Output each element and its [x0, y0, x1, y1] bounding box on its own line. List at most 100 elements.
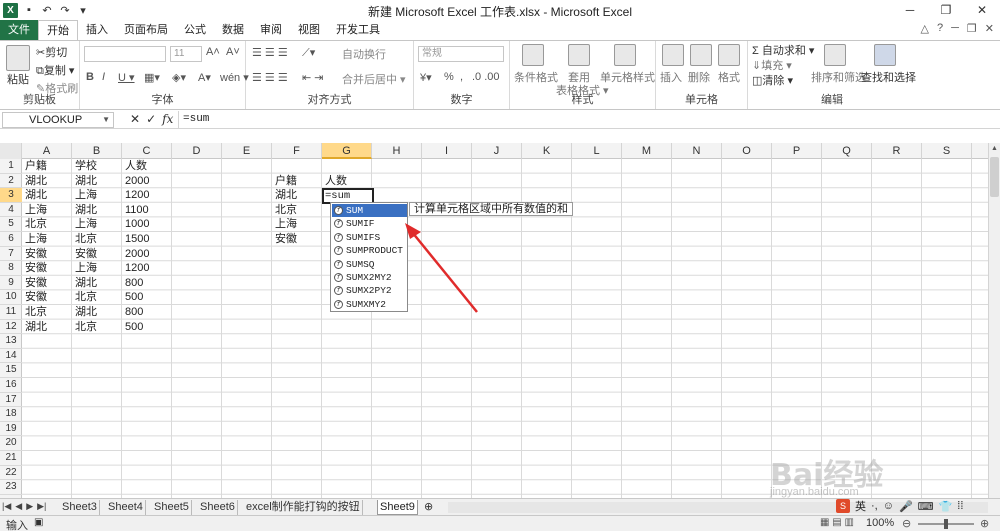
last-sheet-icon[interactable]: ▶|	[37, 501, 46, 512]
collapse-ribbon-icon[interactable]: △	[921, 22, 929, 35]
table-cell[interactable]: 800	[125, 276, 143, 290]
zoom-slider-thumb[interactable]	[944, 519, 948, 529]
cell-styles-icon[interactable]	[614, 44, 636, 66]
merge-center-button[interactable]: 合并后居中 ▾	[342, 71, 406, 87]
delete-cells-button[interactable]: 删除	[688, 69, 710, 85]
table-cell[interactable]: 安徽	[25, 276, 47, 290]
autocomplete-item[interactable]: f SUMX2MY2	[332, 271, 407, 284]
microphone-icon[interactable]: 🎤	[899, 500, 913, 513]
vertical-scrollbar[interactable]: ▲	[988, 143, 1000, 498]
zoom-in-icon[interactable]: ⊕	[980, 517, 989, 530]
column-header-m[interactable]: M	[622, 143, 672, 159]
table-cell[interactable]: 上海	[25, 232, 47, 246]
autocomplete-item[interactable]: f SUM	[332, 204, 407, 218]
workbook-restore-icon[interactable]: ❐	[967, 22, 977, 35]
macro-record-icon[interactable]: ▣	[34, 517, 43, 528]
conditional-format-icon[interactable]	[522, 44, 544, 66]
cell-header[interactable]: 学校	[75, 159, 97, 173]
sort-filter-button[interactable]: 排序和筛选	[811, 69, 866, 85]
grow-font-button[interactable]: A˄	[206, 46, 220, 58]
orientation-icon[interactable]: ⟋▾	[302, 46, 315, 60]
vertical-scroll-thumb[interactable]	[990, 157, 999, 197]
table-cell[interactable]: 上海	[75, 217, 97, 231]
formula-input[interactable]: =sum	[183, 113, 209, 125]
wrap-text-button[interactable]: 自动换行	[342, 46, 386, 62]
top-align-icon[interactable]: ☰ ☰ ☰	[252, 46, 288, 59]
next-sheet-icon[interactable]: ▶	[26, 501, 33, 512]
table-cell[interactable]: 湖北	[75, 203, 97, 217]
row-header-22[interactable]: 22	[0, 466, 22, 481]
column-header-d[interactable]: D	[172, 143, 222, 159]
column-header-c[interactable]: C	[122, 143, 172, 159]
column-header-q[interactable]: Q	[822, 143, 872, 159]
cell-styles-button[interactable]: 单元格样式	[600, 69, 655, 85]
format-cells-icon[interactable]	[718, 44, 740, 66]
row-header-6[interactable]: 6	[0, 232, 22, 247]
sogou-logo-icon[interactable]: S	[836, 499, 850, 513]
paste-button[interactable]: 粘贴	[7, 71, 29, 87]
insert-function-icon[interactable]: fx	[162, 112, 173, 126]
cell-header[interactable]: 户籍	[25, 159, 47, 173]
font-name-combo[interactable]	[84, 46, 166, 62]
column-header-a[interactable]: A	[22, 143, 72, 159]
table-cell[interactable]: 上海	[275, 217, 297, 231]
table-cell[interactable]: 上海	[75, 261, 97, 275]
row-header-20[interactable]: 20	[0, 436, 22, 451]
table-cell[interactable]: 北京	[75, 232, 97, 246]
column-header-p[interactable]: P	[772, 143, 822, 159]
row-header-1[interactable]: 1	[0, 159, 22, 174]
insert-cells-icon[interactable]	[662, 44, 684, 66]
column-header-k[interactable]: K	[522, 143, 572, 159]
tab-file[interactable]: 文件	[0, 20, 38, 40]
cell-header[interactable]: 户籍	[275, 174, 297, 188]
table-cell[interactable]: 安徽	[75, 247, 97, 261]
table-cell[interactable]: 1000	[125, 217, 149, 231]
restore-button[interactable]: ❐	[928, 0, 964, 20]
table-cell[interactable]: 北京	[275, 203, 297, 217]
emoji-icon[interactable]: ☺	[883, 500, 894, 512]
table-cell[interactable]: 湖北	[275, 188, 297, 202]
clear-button[interactable]: ◫清除 ▾	[752, 72, 793, 88]
table-cell[interactable]: 安徽	[25, 290, 47, 304]
view-buttons[interactable]: ▦ ▤ ▥	[820, 517, 854, 528]
table-cell[interactable]: 湖北	[75, 276, 97, 290]
table-cell[interactable]: 1200	[125, 188, 149, 202]
first-sheet-icon[interactable]: |◀	[2, 501, 11, 512]
cell-header[interactable]: 人数	[325, 174, 347, 188]
binoculars-icon[interactable]	[874, 44, 896, 66]
table-cell[interactable]: 北京	[25, 305, 47, 319]
number-format-combo[interactable]: 常规	[418, 46, 504, 62]
sort-filter-icon[interactable]	[824, 44, 846, 66]
row-header-9[interactable]: 9	[0, 276, 22, 291]
left-align-icon[interactable]: ☰ ☰ ☰	[252, 71, 288, 84]
select-all-corner[interactable]	[0, 143, 22, 159]
customize-qat-icon[interactable]: ▾	[76, 3, 90, 17]
table-cell[interactable]: 安徽	[25, 261, 47, 275]
table-cell[interactable]: 北京	[25, 217, 47, 231]
table-cell[interactable]: 安徽	[25, 247, 47, 261]
column-header-g[interactable]: G	[322, 143, 372, 159]
autocomplete-item[interactable]: f SUMSQ	[332, 258, 407, 271]
sheet-tab-sheet9[interactable]: Sheet9	[377, 500, 418, 515]
row-header-10[interactable]: 10	[0, 290, 22, 305]
table-cell[interactable]: 500	[125, 320, 143, 334]
sheet-tab-sheet6[interactable]: Sheet6	[198, 500, 238, 515]
row-header-7[interactable]: 7	[0, 247, 22, 262]
name-box[interactable]: VLOOKUP ▼	[2, 112, 114, 128]
format-cells-button[interactable]: 格式	[718, 69, 740, 85]
table-cell[interactable]: 湖北	[75, 305, 97, 319]
row-header-17[interactable]: 17	[0, 393, 22, 408]
indent-icon[interactable]: ⇤ ⇥	[302, 71, 324, 84]
tab-data[interactable]: 数据	[214, 20, 252, 40]
conditional-format-button[interactable]: 条件格式	[514, 69, 558, 85]
prev-sheet-icon[interactable]: ◀	[15, 501, 22, 512]
row-header-23[interactable]: 23	[0, 480, 22, 495]
column-header-e[interactable]: E	[222, 143, 272, 159]
function-autocomplete-list[interactable]: f SUM f SUMIF f SUMIFS f SUMPRODUCT f SUMSQ f SUMX2…	[330, 202, 408, 312]
table-cell[interactable]: 800	[125, 305, 143, 319]
row-header-2[interactable]: 2	[0, 174, 22, 189]
table-cell[interactable]: 湖北	[75, 174, 97, 188]
table-cell[interactable]: 2000	[125, 174, 149, 188]
row-header-16[interactable]: 16	[0, 378, 22, 393]
cut-button[interactable]: ✂剪切	[36, 44, 67, 60]
